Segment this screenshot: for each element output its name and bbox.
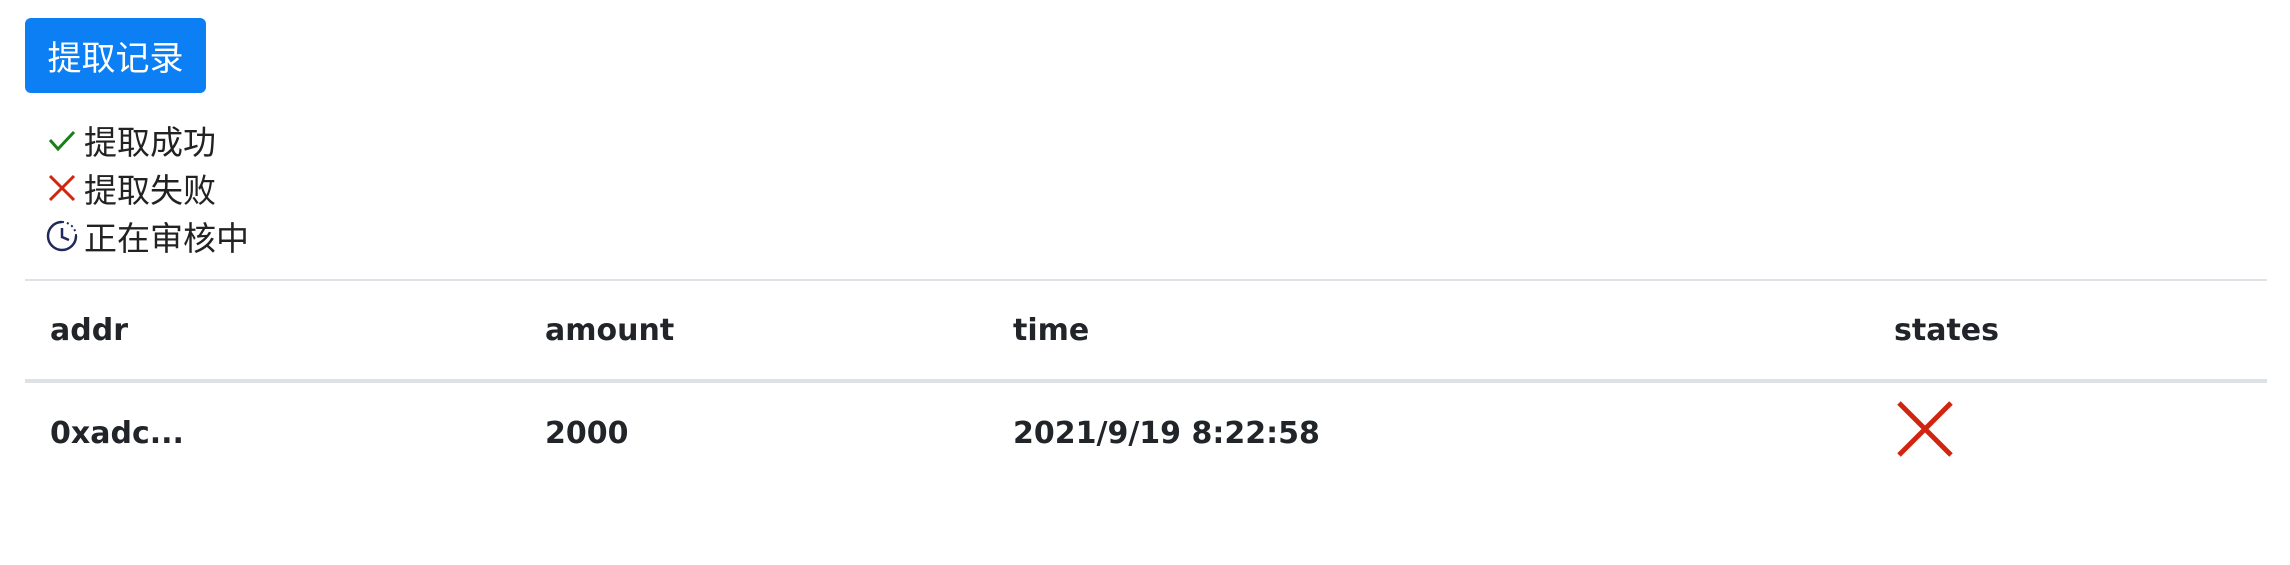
cell-addr: 0xadc... xyxy=(50,415,184,451)
legend-item-success: 提取成功 xyxy=(44,116,249,164)
legend-item-pending: 正在审核中 xyxy=(44,212,249,260)
header-addr: addr xyxy=(50,312,128,348)
clock-icon xyxy=(44,218,80,254)
cell-amount: 2000 xyxy=(545,415,629,451)
legend-label-pending: 正在审核中 xyxy=(84,219,249,258)
legend-item-fail: 提取失败 xyxy=(44,164,249,212)
status-legend: 提取成功 提取失败 正在审核中 xyxy=(44,116,249,260)
cross-icon xyxy=(44,170,80,206)
header-amount: amount xyxy=(545,312,675,348)
cell-time: 2021/9/19 8:22:58 xyxy=(1013,415,1320,451)
withdraw-records-page: 提取记录 提取成功 提取失败 正在审核中 addr amount time st… xyxy=(0,0,2290,565)
withdraw-records-button[interactable]: 提取记录 xyxy=(25,18,206,93)
table-row: 0xadc... 2000 2021/9/19 8:22:58 xyxy=(25,383,2267,483)
check-icon xyxy=(44,122,80,158)
cell-states xyxy=(1894,383,1956,483)
header-time: time xyxy=(1013,312,1090,348)
table-header-row: addr amount time states xyxy=(25,281,2267,383)
header-states: states xyxy=(1894,312,1999,348)
cross-icon xyxy=(1894,398,1956,468)
legend-label-fail: 提取失败 xyxy=(84,171,216,210)
records-table: addr amount time states 0xadc... 2000 20… xyxy=(25,279,2267,483)
legend-label-success: 提取成功 xyxy=(84,123,216,162)
